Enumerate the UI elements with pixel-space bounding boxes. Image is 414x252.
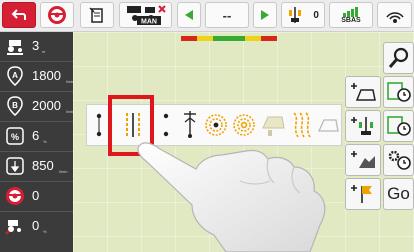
gps-status-button[interactable]: SBAS: [329, 2, 373, 28]
gps-mode-button[interactable]: MAN: [119, 2, 172, 28]
steering-wheel-icon: [6, 187, 24, 205]
add-obstacle-icon: [351, 151, 375, 168]
search-button[interactable]: [383, 42, 414, 74]
b-rate-value: 2000: [32, 98, 61, 113]
gear-clock-icon: [388, 150, 411, 170]
add-obstacle-button[interactable]: [345, 144, 381, 176]
sidebar-row-nozzle[interactable]: 850 l/min: [0, 152, 73, 182]
working-width-value: 3: [32, 38, 40, 53]
speed-unit: %: [43, 229, 47, 234]
field-clock-icon: [386, 116, 411, 136]
magnifier-icon: [388, 47, 408, 68]
wireless-signal-icon: [385, 12, 404, 23]
add-marker-button[interactable]: [345, 178, 381, 210]
nav-value: --: [222, 7, 232, 23]
percent-value: 6: [32, 128, 40, 143]
speed-value: 0: [32, 218, 40, 233]
top-toolbar: MAN -- 0 SBAS: [0, 0, 414, 32]
svg-text:%: %: [11, 132, 19, 142]
lightbar-segment: [213, 36, 229, 41]
section-counter: 0: [313, 9, 319, 21]
steering-wheel-icon: [48, 6, 66, 24]
ab-straight-icon: [96, 113, 102, 137]
add-flag-icon: [351, 185, 372, 203]
gps-source-label: SBAS: [341, 17, 361, 24]
track-timer-button[interactable]: [383, 110, 414, 142]
field-clock-icon: [386, 82, 411, 102]
lightbar-segment: [245, 36, 261, 41]
sidebar-row-b-rate[interactable]: B 2000 l/min: [0, 92, 74, 122]
settings-timer-button[interactable]: [383, 144, 414, 176]
nav-right-button[interactable]: [253, 2, 277, 28]
field-timer-button[interactable]: [383, 76, 414, 108]
wireless-status-button[interactable]: [377, 2, 412, 28]
lightbar-segment: [197, 36, 213, 41]
svg-text:B: B: [12, 101, 18, 110]
working-width-unit: m: [42, 49, 46, 54]
add-track-button[interactable]: [345, 110, 381, 142]
nozzle-icon: [6, 157, 24, 175]
tractor-implement-icon: [7, 40, 23, 55]
add-field-boundary-icon: [351, 83, 376, 101]
back-arrow-icon: [11, 9, 26, 20]
manual-tractor-icon: MAN: [126, 5, 166, 26]
gps-mode-label: MAN: [141, 19, 157, 26]
nozzle-unit: l/min: [59, 169, 68, 174]
a-rate-value: 1800: [32, 68, 61, 83]
a-point-icon: A: [7, 66, 23, 86]
section-counter-button[interactable]: 0: [281, 2, 325, 28]
nozzle-value: 850: [32, 158, 54, 173]
percent-unit: %: [43, 139, 47, 144]
lightbar-segment: [261, 36, 277, 41]
lightbar-segment: [181, 36, 197, 41]
document-edit-icon: [89, 7, 103, 23]
steering-button[interactable]: [40, 2, 74, 28]
add-boundary-button[interactable]: [345, 76, 381, 108]
go-button[interactable]: Go: [383, 178, 414, 210]
tractor-speed-icon: [5, 220, 21, 235]
b-point-icon: B: [7, 96, 23, 116]
sidebar-row-a-rate[interactable]: A 1800 l/min: [0, 62, 74, 92]
steering-value: 0: [32, 188, 40, 203]
sidebar-row-percent[interactable]: % 6 %: [0, 122, 73, 152]
signal-bars-icon: [343, 7, 358, 17]
track-sections-icon: [289, 7, 302, 23]
go-label: Go: [387, 184, 410, 203]
triangle-right-icon: [261, 10, 269, 20]
nav-left-button[interactable]: [177, 2, 201, 28]
add-track-icon: [351, 117, 373, 135]
pointing-hand-icon: [137, 142, 326, 252]
nav-value-display: --: [205, 2, 249, 28]
sidebar-row-speed[interactable]: 0 %: [0, 212, 73, 241]
back-button[interactable]: [2, 2, 36, 28]
sidebar-row-steering[interactable]: 0: [0, 182, 73, 212]
svg-text:A: A: [12, 71, 18, 80]
percent-icon: %: [6, 127, 24, 145]
triangle-left-icon: [185, 10, 193, 20]
sidebar-row-working-width[interactable]: 3 m: [0, 32, 73, 62]
status-sidebar: 3 m A 1800 l/min B 2000 l/min % 6 % 850 …: [0, 32, 74, 252]
lightbar-segment: [229, 36, 245, 41]
document-button[interactable]: [80, 2, 114, 28]
